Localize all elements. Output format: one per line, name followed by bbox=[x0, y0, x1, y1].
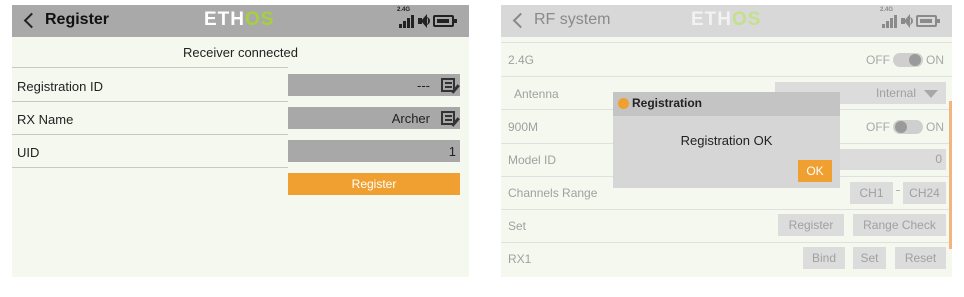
signal-icon bbox=[399, 24, 402, 28]
ethos-logo: ETHOS bbox=[691, 9, 762, 30]
dialog-message: Registration OK bbox=[680, 133, 773, 148]
status-icons: 2.4G bbox=[880, 7, 942, 29]
channel-range-end[interactable]: CH24 bbox=[903, 182, 946, 204]
back-arrow-icon[interactable] bbox=[512, 12, 529, 29]
registration-dialog: Registration Registration OK OK bbox=[613, 92, 840, 188]
rx-name-value: Archer bbox=[391, 111, 430, 126]
divider bbox=[12, 101, 288, 102]
status-icons: 2.4G bbox=[397, 7, 459, 29]
band-900-toggle[interactable]: OFF ON bbox=[866, 119, 944, 135]
dialog-title: Registration bbox=[632, 96, 703, 110]
set-button[interactable]: Set bbox=[853, 247, 886, 269]
band-24-toggle[interactable]: OFF ON bbox=[866, 52, 944, 68]
range-dash bbox=[896, 190, 900, 191]
model-id-value: 0 bbox=[935, 152, 942, 166]
dialog-header: Registration bbox=[613, 92, 840, 116]
signal-band-label: 2.4G bbox=[880, 7, 894, 13]
reset-button[interactable]: Reset bbox=[895, 247, 946, 269]
channels-range-label: Channels Range bbox=[508, 186, 598, 200]
back-arrow-icon[interactable] bbox=[23, 12, 40, 29]
title-bar: Register ETHOS 2.4G bbox=[12, 5, 469, 37]
signal-icon bbox=[882, 24, 885, 28]
antenna-label: Antenna bbox=[514, 87, 559, 101]
divider bbox=[12, 67, 288, 68]
model-id-label: Model ID bbox=[508, 153, 557, 167]
status-dot-icon bbox=[618, 98, 629, 109]
battery-icon bbox=[916, 15, 937, 27]
band-900-label: 900M bbox=[508, 120, 539, 134]
uid-value: 1 bbox=[448, 144, 456, 159]
register-button[interactable]: Register bbox=[778, 214, 844, 236]
model-id-field[interactable]: 0 bbox=[831, 149, 946, 170]
signal-band-label: 2.4G bbox=[397, 7, 411, 13]
divider bbox=[501, 209, 952, 210]
divider bbox=[501, 242, 952, 243]
registration-id-label: Registration ID bbox=[17, 79, 103, 94]
antenna-value: Internal bbox=[875, 86, 916, 100]
chevron-down-icon bbox=[924, 90, 938, 98]
divider bbox=[501, 42, 952, 43]
uid-field[interactable]: 1 bbox=[288, 140, 460, 162]
connection-status: Receiver connected bbox=[183, 45, 298, 60]
ethos-logo: ETHOS bbox=[204, 9, 275, 30]
title-bar: RF system ETHOS 2.4G bbox=[501, 5, 952, 37]
rf-system-screen: RF system ETHOS 2.4G 2.4G OFF ON Antenna… bbox=[501, 5, 952, 277]
rx1-row-label: RX1 bbox=[508, 252, 532, 266]
page-title: RF system bbox=[534, 11, 611, 28]
registration-id-value: --- bbox=[417, 78, 430, 93]
divider bbox=[12, 134, 288, 135]
bind-button[interactable]: Bind bbox=[803, 247, 845, 269]
scrollbar[interactable] bbox=[949, 101, 952, 249]
edit-icon[interactable] bbox=[441, 78, 455, 92]
set-row-label: Set bbox=[508, 219, 527, 233]
battery-icon bbox=[433, 15, 454, 27]
registration-id-field[interactable]: --- bbox=[288, 74, 460, 96]
divider bbox=[501, 76, 952, 77]
rx-name-label: RX Name bbox=[17, 112, 74, 127]
ok-button[interactable]: OK bbox=[798, 160, 832, 182]
register-screen: Register ETHOS 2.4G Receiver connected R… bbox=[12, 5, 469, 277]
register-button[interactable]: Register bbox=[288, 173, 460, 195]
channel-range-start[interactable]: CH1 bbox=[850, 182, 893, 204]
range-check-button[interactable]: Range Check bbox=[853, 214, 946, 236]
band-24-label: 2.4G bbox=[508, 53, 535, 67]
divider bbox=[12, 167, 288, 168]
edit-icon[interactable] bbox=[441, 111, 455, 125]
page-title: Register bbox=[45, 11, 110, 28]
rx-name-field[interactable]: Archer bbox=[288, 107, 460, 129]
uid-label: UID bbox=[17, 145, 40, 160]
